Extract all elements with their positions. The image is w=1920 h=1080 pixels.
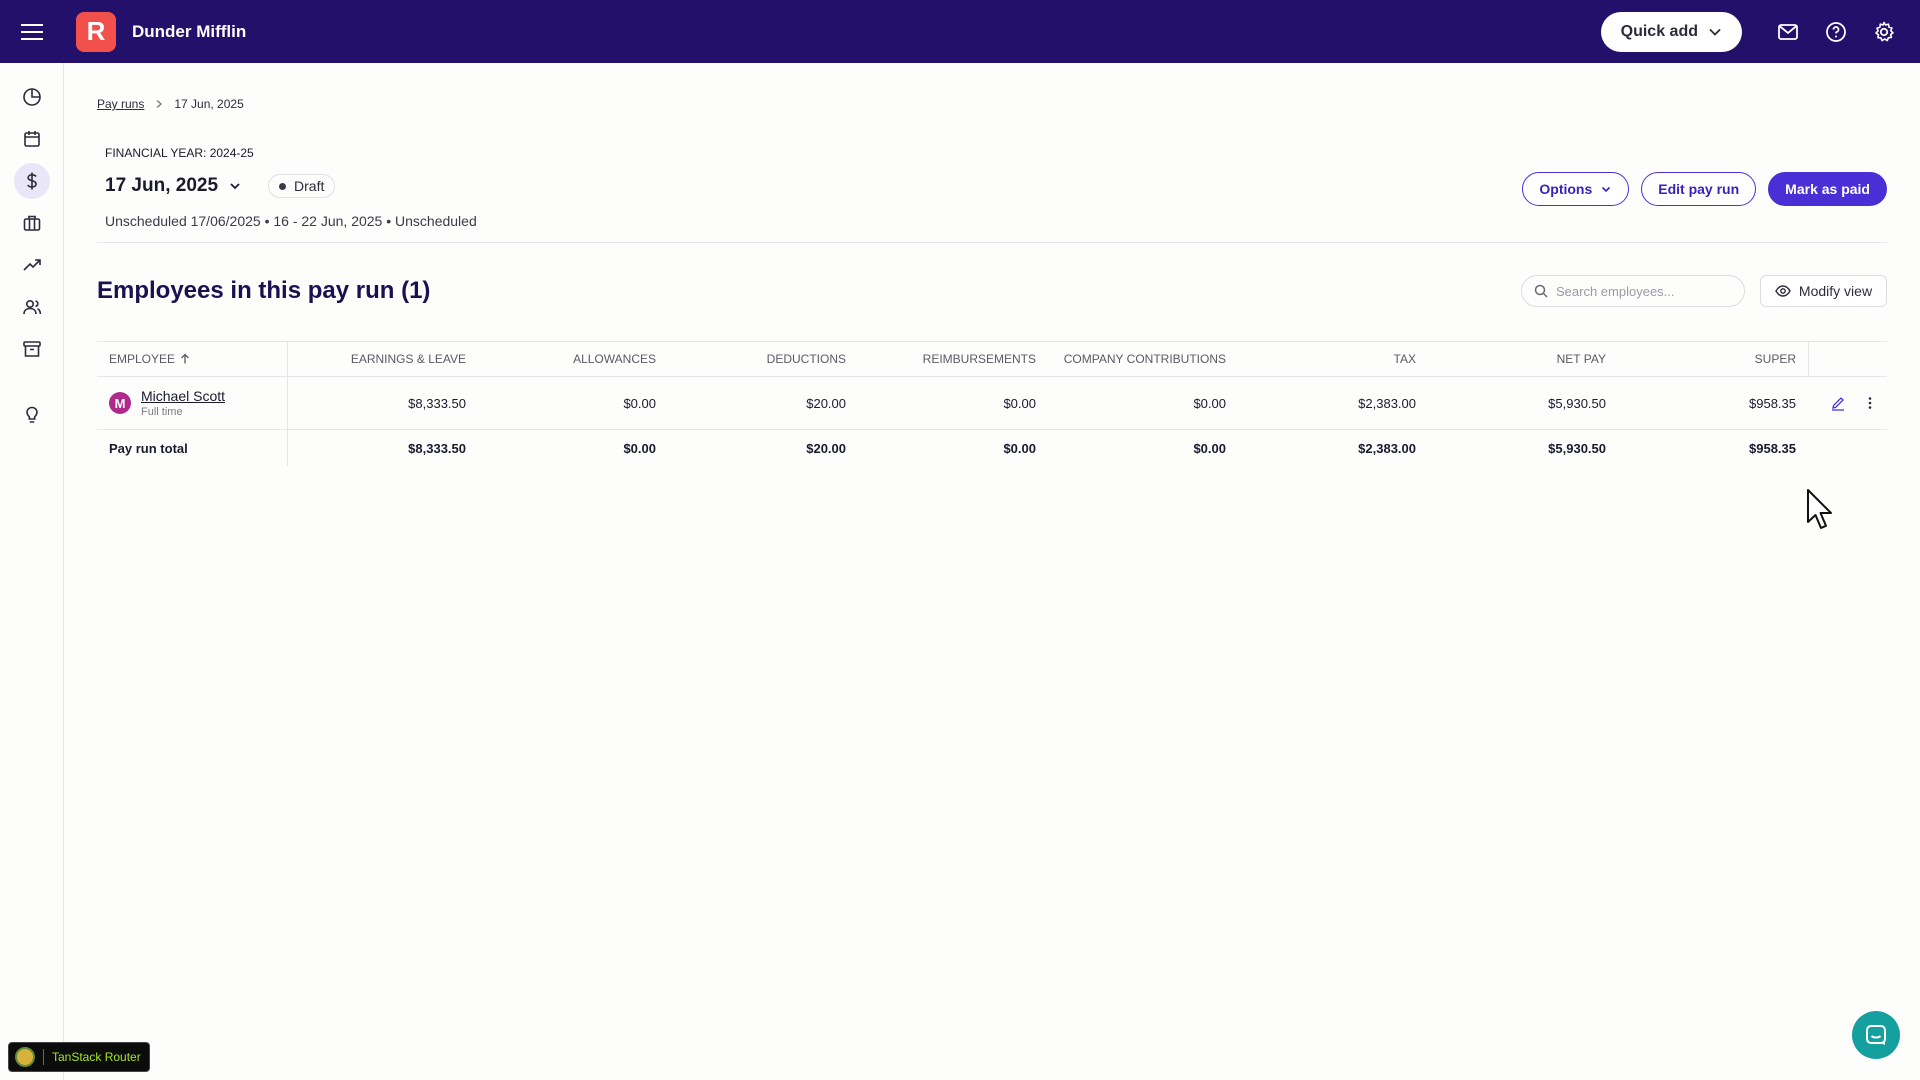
pay-run-details: Unscheduled 17/06/2025 • 16 - 22 Jun, 20… — [105, 213, 477, 229]
table-total-row: Pay run total $8,333.50 $0.00 $20.00 $0.… — [97, 430, 1887, 466]
trending-up-icon — [23, 259, 41, 271]
sidebar-item-calendar[interactable] — [14, 121, 50, 157]
sidebar-item-archive[interactable] — [14, 331, 50, 367]
header-divider — [97, 242, 1887, 243]
column-header-tax[interactable]: TAX — [1226, 342, 1416, 376]
calendar-icon — [24, 131, 40, 147]
sidebar-item-pay-runs[interactable] — [14, 163, 50, 199]
search-icon — [1534, 284, 1548, 298]
column-header-net-pay[interactable]: NET PAY — [1416, 342, 1606, 376]
chevron-right-icon — [156, 99, 163, 109]
edit-pencil-icon[interactable] — [1827, 392, 1849, 414]
total-net-pay: $5,930.50 — [1548, 440, 1606, 456]
archive-icon — [23, 341, 41, 357]
sidebar-item-dashboard[interactable] — [14, 79, 50, 115]
cell-earnings: $8,333.50 — [408, 395, 466, 411]
briefcase-icon — [23, 215, 41, 231]
column-header-super[interactable]: SUPER — [1606, 342, 1796, 376]
chat-launcher-button[interactable] — [1852, 1011, 1900, 1059]
avatar: M — [109, 392, 131, 414]
tanstack-label: TanStack Router — [52, 1050, 141, 1064]
total-allowances: $0.00 — [623, 440, 656, 456]
section-title: Employees in this pay run (1) — [97, 277, 431, 304]
pie-chart-icon — [23, 88, 41, 106]
sidebar-item-tips[interactable] — [14, 397, 50, 433]
total-reimbursements: $0.00 — [1003, 440, 1036, 456]
total-super: $958.35 — [1749, 440, 1796, 456]
total-earnings: $8,333.50 — [408, 440, 466, 456]
employee-type: Full time — [141, 406, 183, 418]
tanstack-logo-icon — [15, 1047, 35, 1067]
more-vertical-icon[interactable] — [1859, 392, 1881, 414]
status-badge: Draft — [268, 174, 336, 198]
mail-icon[interactable] — [1764, 0, 1812, 63]
dollar-icon — [27, 172, 37, 190]
employee-name-link[interactable]: Michael Scott — [141, 388, 225, 404]
menu-icon[interactable] — [0, 0, 64, 63]
cell-net-pay: $5,930.50 — [1548, 395, 1606, 411]
tanstack-router-devtools-button[interactable]: TanStack Router — [8, 1042, 150, 1072]
column-header-allowances[interactable]: ALLOWANCES — [466, 342, 656, 376]
status-dot-icon — [279, 182, 287, 190]
sidebar-item-people[interactable] — [14, 289, 50, 325]
table-row[interactable]: M Michael Scott Full time $8,333.50 $0.0… — [97, 377, 1887, 430]
sidebar-item-reports[interactable] — [14, 247, 50, 283]
mouse-cursor-icon — [1806, 488, 1834, 535]
employees-table: EMPLOYEE EARNINGS & LEAVE ALLOWANCES DED… — [97, 341, 1887, 466]
sort-ascending-icon — [181, 353, 189, 364]
breadcrumb-pay-runs-link[interactable]: Pay runs — [97, 97, 144, 111]
edit-pay-run-button[interactable]: Edit pay run — [1641, 172, 1757, 206]
options-button[interactable]: Options — [1522, 172, 1630, 206]
cell-deductions: $20.00 — [806, 395, 846, 411]
modify-view-button[interactable]: Modify view — [1760, 275, 1887, 307]
gear-icon[interactable] — [1860, 0, 1908, 63]
eye-icon — [1775, 285, 1791, 297]
table-header-row: EMPLOYEE EARNINGS & LEAVE ALLOWANCES DED… — [97, 341, 1887, 377]
cell-super: $958.35 — [1749, 395, 1796, 411]
sidebar-item-work[interactable] — [14, 205, 50, 241]
search-field[interactable] — [1521, 275, 1745, 307]
company-name: Dunder Mifflin — [132, 21, 247, 41]
pay-run-date-selector[interactable]: 17 Jun, 2025 — [105, 175, 242, 197]
total-deductions: $20.00 — [806, 440, 846, 456]
column-header-employee[interactable]: EMPLOYEE — [109, 342, 279, 376]
top-bar: R Dunder Mifflin Quick add — [0, 0, 1920, 63]
options-label: Options — [1539, 181, 1593, 197]
breadcrumb: Pay runs 17 Jun, 2025 — [97, 97, 244, 111]
status-label: Draft — [294, 178, 325, 194]
quick-add-label: Quick add — [1620, 22, 1698, 40]
chat-icon — [1866, 1025, 1886, 1045]
total-company-contributions: $0.00 — [1193, 440, 1226, 456]
chevron-down-icon — [1602, 186, 1611, 193]
modify-view-label: Modify view — [1798, 283, 1873, 299]
sidebar — [0, 63, 64, 1080]
column-header-reimbursements[interactable]: REIMBURSEMENTS — [846, 342, 1036, 376]
chevron-down-icon — [1709, 28, 1721, 36]
pay-run-date: 17 Jun, 2025 — [105, 175, 219, 196]
cell-tax: $2,383.00 — [1358, 395, 1416, 411]
cell-allowances: $0.00 — [623, 395, 656, 411]
cell-reimbursements: $0.00 — [1003, 395, 1036, 411]
chevron-down-icon — [230, 183, 240, 190]
cell-company-contributions: $0.00 — [1193, 395, 1226, 411]
app-logo[interactable]: R — [76, 11, 116, 52]
financial-year: FINANCIAL YEAR: 2024-25 — [105, 146, 254, 160]
users-icon — [23, 299, 42, 315]
lightbulb-icon — [26, 406, 38, 423]
quick-add-button[interactable]: Quick add — [1600, 11, 1742, 52]
breadcrumb-current: 17 Jun, 2025 — [174, 97, 244, 111]
column-header-company-contributions[interactable]: COMPANY CONTRIBUTIONS — [1036, 342, 1226, 376]
column-header-deductions[interactable]: DEDUCTIONS — [656, 342, 846, 376]
search-input[interactable] — [1556, 283, 1726, 299]
help-icon[interactable] — [1812, 0, 1860, 63]
total-label: Pay run total — [109, 440, 188, 456]
column-header-earnings[interactable]: EARNINGS & LEAVE — [287, 342, 466, 376]
total-tax: $2,383.00 — [1358, 440, 1416, 456]
mark-as-paid-button[interactable]: Mark as paid — [1768, 172, 1887, 206]
